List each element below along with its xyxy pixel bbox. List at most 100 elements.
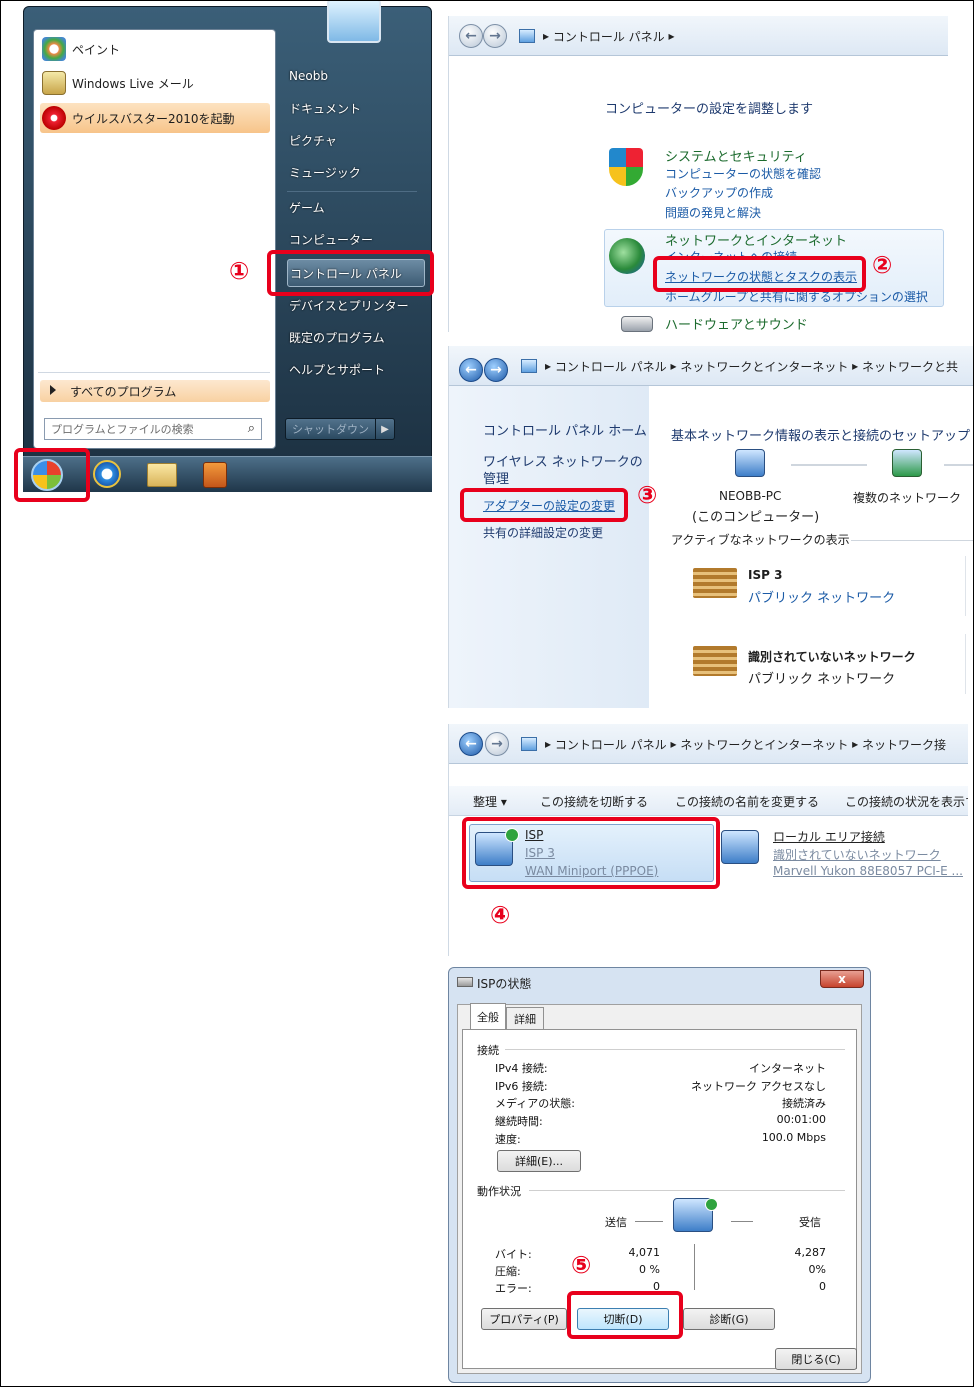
- start-right-music[interactable]: ミュージック: [287, 158, 427, 186]
- ipv6-label: IPv6 接続:: [495, 1080, 548, 1093]
- folder-icon[interactable]: [147, 463, 177, 487]
- forward-button[interactable]: →: [484, 357, 508, 382]
- back-button[interactable]: ←: [459, 24, 483, 48]
- isp-status-dialog: ISPの状態 x 全般 詳細 接続 IPv4 接続: インターネット IPv6 …: [448, 967, 871, 1383]
- taskbar: [23, 456, 432, 492]
- sidebar-wireless-manage[interactable]: ワイヤレス ネットワークの管理: [483, 454, 648, 488]
- sidebar-control-panel-home[interactable]: コントロール パネル ホーム: [483, 420, 647, 439]
- internet-explorer-icon[interactable]: [93, 460, 121, 488]
- printer-icon: [621, 316, 653, 332]
- sidebar-adapter-settings[interactable]: アダプターの設定の変更: [483, 497, 615, 514]
- breadcrumb-network-internet[interactable]: ネットワークとインターネット: [680, 736, 848, 753]
- close-button[interactable]: 閉じる(C): [775, 1348, 857, 1370]
- user-picture-icon[interactable]: [327, 1, 381, 43]
- public-bench-icon: [693, 568, 737, 598]
- media-state-label: メディアの状態:: [495, 1097, 575, 1110]
- compression-label: 圧縮:: [495, 1265, 521, 1278]
- active-networks-heading: アクティブなネットワークの表示: [671, 533, 850, 547]
- control-panel-icon: [521, 359, 537, 373]
- disconnect-button[interactable]: 切断(D): [577, 1308, 669, 1330]
- breadcrumb-network-connections[interactable]: ネットワーク接: [862, 736, 946, 753]
- bytes-label: バイト:: [495, 1248, 532, 1261]
- back-button[interactable]: ←: [459, 732, 483, 756]
- dialog-title: ISPの状態: [477, 977, 532, 991]
- step-3-marker: ③: [637, 481, 658, 509]
- start-right-games[interactable]: ゲーム: [287, 193, 427, 221]
- start-item-live-mail[interactable]: Windows Live メール: [40, 68, 270, 98]
- network-status-link[interactable]: ネットワークの状態とタスクの表示: [665, 268, 857, 285]
- forward-button[interactable]: →: [483, 24, 507, 48]
- breadcrumb-control-panel[interactable]: コントロール パネル: [555, 736, 667, 753]
- view-status-toolbar-button[interactable]: この接続の状況を表示す: [845, 793, 968, 810]
- diagnose-button[interactable]: 診断(G): [683, 1308, 775, 1330]
- forward-button[interactable]: →: [485, 732, 509, 756]
- create-backup-link[interactable]: バックアップの作成: [665, 184, 773, 201]
- back-button[interactable]: ←: [459, 357, 483, 382]
- search-icon: ⌕: [247, 421, 255, 436]
- start-right-control-panel[interactable]: コントロール パネル: [287, 259, 425, 287]
- bytes-received-value: 4,287: [794, 1246, 827, 1259]
- check-status-link[interactable]: コンピューターの状態を確認: [665, 165, 821, 182]
- system-security-link[interactable]: システムとセキュリティ: [665, 146, 807, 165]
- bytes-sent-value: 4,071: [628, 1246, 661, 1259]
- troubleshoot-link[interactable]: 問題の発見と解決: [665, 204, 761, 221]
- breadcrumb-control-panel[interactable]: コントロール パネル: [553, 28, 665, 45]
- mail-icon: [42, 71, 66, 95]
- paint-icon: [42, 37, 66, 61]
- breadcrumb-control-panel[interactable]: コントロール パネル: [555, 358, 667, 375]
- details-button[interactable]: 詳細(E)...: [497, 1150, 581, 1172]
- organize-menu[interactable]: 整理 ▾: [473, 793, 507, 810]
- page-title: コンピューターの設定を調整します: [605, 102, 814, 117]
- connection-local-network: 識別されていないネットワーク: [773, 848, 941, 862]
- connection-group-label: 接続: [477, 1044, 499, 1057]
- connection-isp-device: WAN Miniport (PPPOE): [525, 864, 659, 878]
- address-bar: ← → ▸ コントロール パネル ▸ ネットワークとインターネット ▸ ネットワ…: [449, 346, 973, 386]
- start-right-user[interactable]: Neobb: [287, 62, 427, 90]
- divider: [529, 1190, 845, 1191]
- network-map-line: [944, 464, 973, 466]
- connection-isp-network: ISP 3: [525, 846, 555, 860]
- duration-value: 00:01:00: [776, 1113, 826, 1126]
- start-right-help[interactable]: ヘルプとサポート: [287, 355, 427, 383]
- start-right-default-programs[interactable]: 既定のプログラム: [287, 323, 427, 351]
- control-panel-icon: [519, 29, 535, 43]
- sent-label: 送信: [605, 1216, 627, 1229]
- network-sharing-window: ← → ▸ コントロール パネル ▸ ネットワークとインターネット ▸ ネットワ…: [448, 346, 973, 708]
- homegroup-link[interactable]: ホームグループと共有に関するオプションの選択: [665, 288, 928, 305]
- network-internet-link[interactable]: ネットワークとインターネット: [665, 230, 847, 249]
- start-item-virusbuster[interactable]: ウイルスバスター2010を起動: [40, 103, 270, 133]
- all-programs-button[interactable]: すべてのプログラム: [40, 380, 270, 402]
- ipv4-label: IPv4 接続:: [495, 1062, 548, 1075]
- address-bar: ← → ▸ コントロール パネル ▸ ネットワークとインターネット ▸ ネットワ…: [449, 724, 968, 764]
- network-1-name: ISP 3: [748, 568, 783, 582]
- start-search-input[interactable]: プログラムとファイルの検索 ⌕: [44, 418, 262, 440]
- multi-network-icon: [892, 449, 922, 477]
- start-right-computer[interactable]: コンピューター: [287, 225, 427, 253]
- sidebar-advanced-sharing[interactable]: 共有の詳細設定の変更: [483, 524, 603, 541]
- start-orb-icon[interactable]: [31, 459, 63, 491]
- duration-label: 継続時間:: [495, 1115, 543, 1128]
- network-small-icon: [457, 977, 473, 987]
- step-2-marker: ②: [872, 251, 893, 279]
- close-icon[interactable]: x: [820, 970, 864, 988]
- tab-general[interactable]: 全般: [470, 1003, 506, 1029]
- network-1-type-link[interactable]: パブリック ネットワーク: [748, 587, 895, 606]
- breadcrumb: ▸ コントロール パネル ▸ ネットワークとインターネット ▸ ネットワークと共: [521, 346, 958, 386]
- start-right-pictures[interactable]: ピクチャ: [287, 126, 427, 154]
- rename-toolbar-button[interactable]: この接続の名前を変更する: [675, 793, 819, 810]
- hardware-sound-link[interactable]: ハードウェアとサウンド: [665, 314, 808, 332]
- disconnect-toolbar-button[interactable]: この接続を切断する: [540, 793, 648, 810]
- start-right-devices[interactable]: デバイスとプリンター: [287, 291, 427, 319]
- breadcrumb-network-sharing[interactable]: ネットワークと共: [862, 358, 958, 375]
- properties-button[interactable]: プロパティ(P): [481, 1308, 567, 1330]
- tab-details[interactable]: 詳細: [506, 1007, 544, 1029]
- network-2-type-link[interactable]: パブリック ネットワーク: [748, 668, 895, 687]
- start-item-paint[interactable]: ペイント: [40, 34, 270, 64]
- connect-internet-link[interactable]: インターネットへの接続: [665, 248, 797, 258]
- connection-local-name[interactable]: ローカル エリア接続: [773, 828, 885, 845]
- shutdown-options-button[interactable]: ▶: [375, 418, 395, 440]
- media-player-icon[interactable]: [203, 462, 227, 488]
- breadcrumb-network-internet[interactable]: ネットワークとインターネット: [680, 358, 848, 375]
- tab-panel-general: 接続 IPv4 接続: インターネット IPv6 接続: ネットワーク アクセス…: [462, 1029, 857, 1369]
- start-right-documents[interactable]: ドキュメント: [287, 94, 427, 122]
